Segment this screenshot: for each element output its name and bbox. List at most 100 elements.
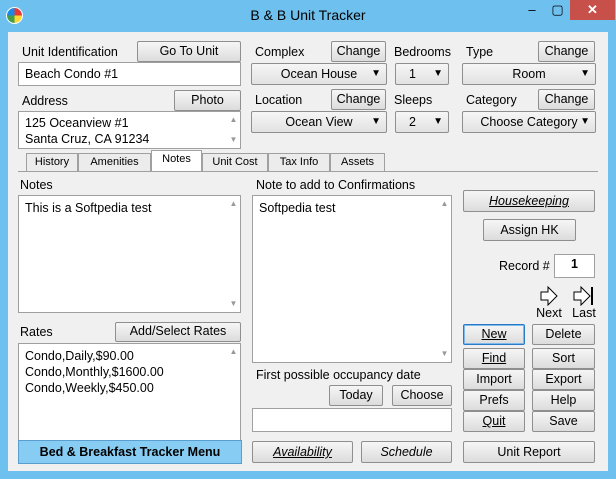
rate-item[interactable]: Condo,Weekly,$450.00: [25, 380, 234, 396]
new-label: New: [481, 327, 507, 341]
last-label: Last: [572, 306, 596, 320]
address-line-1: 125 Oceanview #1: [25, 116, 129, 130]
scroll-up-icon[interactable]: ▲: [438, 198, 451, 210]
record-label: Record #: [499, 259, 550, 273]
sleeps-label: Sleeps: [394, 93, 433, 107]
confirmation-note-text: Softpedia test: [259, 201, 336, 215]
scroll-down-icon[interactable]: ▼: [438, 348, 451, 360]
scroll-down-icon[interactable]: ▼: [227, 298, 240, 310]
tab-unit-cost[interactable]: Unit Cost: [202, 153, 268, 171]
rates-label: Rates: [20, 325, 53, 339]
quit-label: Quit: [482, 414, 506, 428]
bedrooms-label: Bedrooms: [394, 45, 451, 59]
tab-assets[interactable]: Assets: [330, 153, 385, 171]
rate-item[interactable]: Condo,Daily,$90.00: [25, 348, 234, 364]
sleeps-select[interactable]: 2 ▼: [395, 111, 449, 133]
scroll-down-icon[interactable]: ▼: [227, 134, 240, 146]
export-button[interactable]: Export: [532, 369, 595, 390]
scroll-up-icon[interactable]: ▲: [227, 346, 240, 358]
chevron-down-icon: ▼: [433, 68, 443, 79]
notes-scrollbar[interactable]: ▲ ▼: [227, 196, 240, 312]
notes-text: This is a Softpedia test: [25, 201, 152, 215]
address-label: Address: [22, 94, 68, 108]
help-button[interactable]: Help: [532, 390, 595, 411]
category-label: Category: [466, 93, 517, 107]
chevron-down-icon: ▼: [371, 116, 381, 127]
delete-button[interactable]: Delete: [532, 324, 595, 345]
location-change-button[interactable]: Change: [331, 89, 386, 110]
occupancy-date-field[interactable]: [252, 408, 452, 432]
location-label: Location: [255, 93, 303, 107]
housekeeping-label: Housekeeping: [489, 194, 569, 208]
chevron-down-icon: ▼: [580, 68, 590, 79]
complex-label: Complex: [255, 45, 305, 59]
confirmation-scrollbar[interactable]: ▲ ▼: [438, 196, 451, 362]
assign-hk-button[interactable]: Assign HK: [483, 219, 576, 241]
sort-button[interactable]: Sort: [532, 348, 595, 369]
tab-history[interactable]: History: [26, 153, 78, 171]
import-button[interactable]: Import: [463, 369, 525, 390]
prefs-button[interactable]: Prefs: [463, 390, 525, 411]
location-value: Ocean View: [285, 115, 353, 129]
address-line-2: Santa Cruz, CA 91234: [25, 132, 150, 146]
schedule-label: Schedule: [380, 445, 433, 459]
sleeps-value: 2: [409, 115, 416, 129]
last-arrow-icon: [573, 286, 593, 306]
category-value: Choose Category: [480, 115, 578, 129]
choose-date-button[interactable]: Choose: [392, 385, 452, 406]
schedule-button[interactable]: Schedule: [361, 441, 452, 463]
bedrooms-select[interactable]: 1 ▼: [395, 63, 449, 85]
confirmation-note-label: Note to add to Confirmations: [256, 178, 416, 192]
address-scrollbar[interactable]: ▲ ▼: [227, 112, 240, 148]
chevron-down-icon: ▼: [371, 68, 381, 79]
find-button[interactable]: Find: [463, 348, 525, 369]
next-record-button[interactable]: Next: [534, 286, 564, 320]
occupancy-label: First possible occupancy date: [256, 368, 421, 382]
next-label: Next: [536, 306, 562, 320]
tab-amenities[interactable]: Amenities: [78, 153, 151, 171]
type-value: Room: [512, 67, 546, 81]
next-arrow-icon: [540, 286, 558, 306]
unit-id-label: Unit Identification: [22, 45, 118, 59]
minimize-button[interactable]: –: [519, 0, 545, 20]
complex-change-button[interactable]: Change: [331, 41, 386, 62]
record-number-field[interactable]: 1: [554, 254, 595, 278]
save-button[interactable]: Save: [532, 411, 595, 432]
rate-item[interactable]: Condo,Monthly,$1600.00: [25, 364, 234, 380]
bedrooms-value: 1: [409, 67, 416, 81]
address-field[interactable]: 125 Oceanview #1 Santa Cruz, CA 91234 ▲ …: [18, 111, 241, 149]
complex-value: Ocean House: [280, 67, 358, 81]
tab-divider: [18, 171, 598, 172]
today-button[interactable]: Today: [329, 385, 383, 406]
confirmation-note-field[interactable]: Softpedia test ▲ ▼: [252, 195, 452, 363]
scroll-up-icon[interactable]: ▲: [227, 114, 240, 126]
complex-select[interactable]: Ocean House ▼: [251, 63, 387, 85]
availability-button[interactable]: Availability: [252, 441, 353, 463]
housekeeping-button[interactable]: Housekeeping: [463, 190, 595, 212]
category-change-button[interactable]: Change: [538, 89, 595, 110]
unit-id-field[interactable]: Beach Condo #1: [18, 62, 241, 86]
new-button[interactable]: New: [463, 324, 525, 345]
tab-tax-info[interactable]: Tax Info: [268, 153, 330, 171]
last-record-button[interactable]: Last: [569, 286, 599, 320]
find-label: Find: [481, 351, 507, 365]
location-select[interactable]: Ocean View ▼: [251, 111, 387, 133]
type-select[interactable]: Room ▼: [462, 63, 596, 85]
tab-notes[interactable]: Notes: [151, 150, 202, 171]
go-to-unit-button[interactable]: Go To Unit: [137, 41, 241, 62]
maximize-button[interactable]: ▢: [545, 0, 570, 20]
type-change-button[interactable]: Change: [538, 41, 595, 62]
client-area: Unit Identification Go To Unit Beach Con…: [8, 32, 608, 471]
add-select-rates-button[interactable]: Add/Select Rates: [115, 322, 241, 342]
close-button[interactable]: ✕: [570, 0, 615, 20]
quit-button[interactable]: Quit: [463, 411, 525, 432]
unit-report-button[interactable]: Unit Report: [463, 441, 595, 463]
notes-field[interactable]: This is a Softpedia test ▲ ▼: [18, 195, 241, 313]
main-menu-button[interactable]: Bed & Breakfast Tracker Menu: [18, 440, 242, 464]
photo-button[interactable]: Photo: [174, 90, 241, 111]
category-select[interactable]: Choose Category ▼: [462, 111, 596, 133]
notes-label: Notes: [20, 178, 53, 192]
scroll-up-icon[interactable]: ▲: [227, 198, 240, 210]
chevron-down-icon: ▼: [433, 116, 443, 127]
tab-strip: History Amenities Notes Unit Cost Tax In…: [26, 150, 385, 171]
